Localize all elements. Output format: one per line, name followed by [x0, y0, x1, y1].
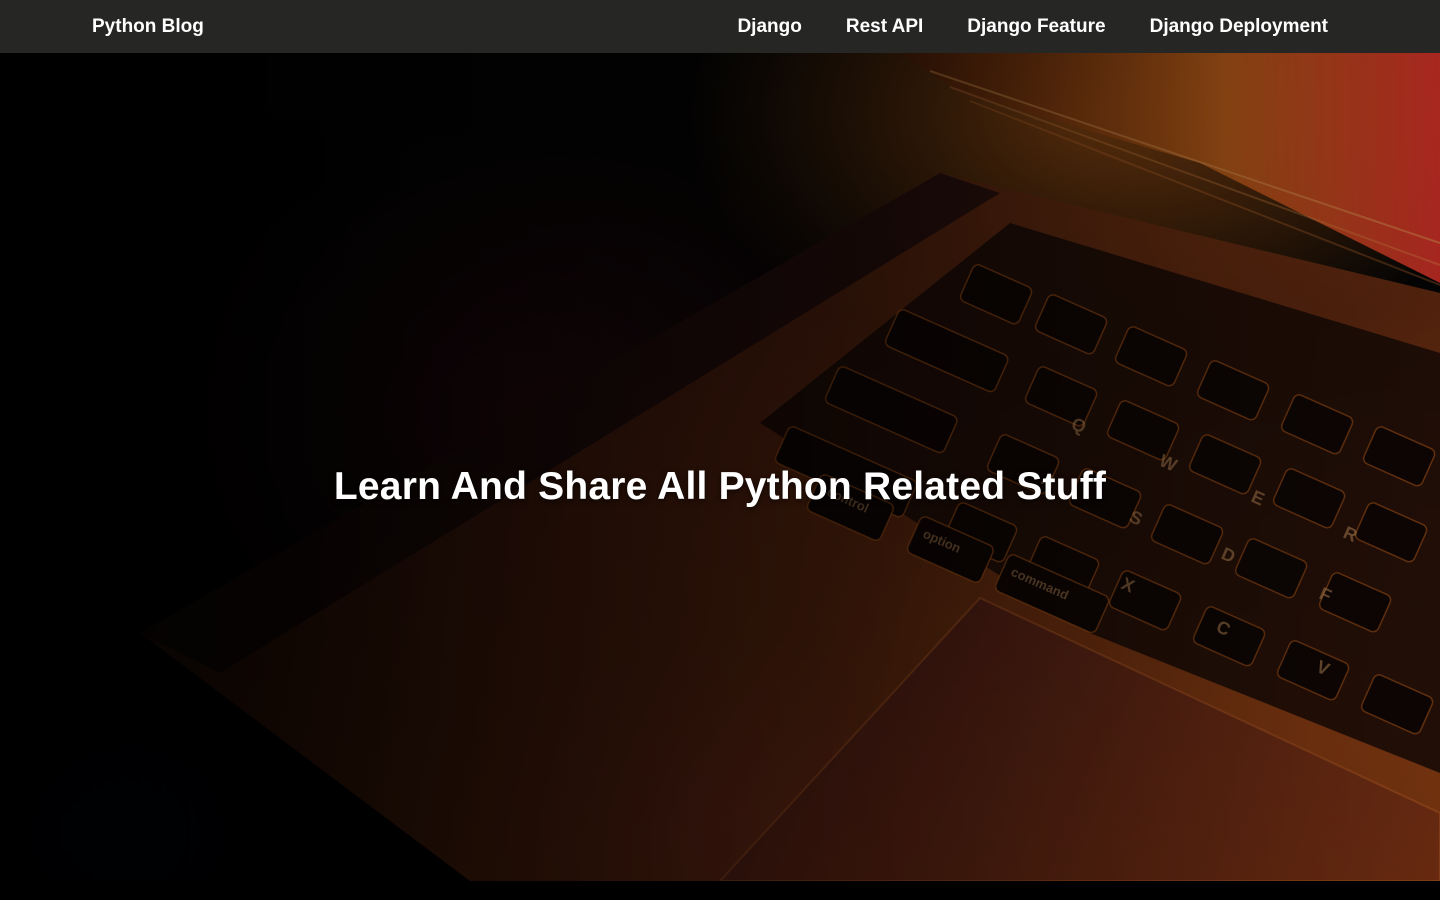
nav-link-rest-api[interactable]: Rest API — [846, 16, 923, 38]
nav-link-django-deployment[interactable]: Django Deployment — [1150, 16, 1328, 38]
nav-link-django[interactable]: Django — [737, 16, 801, 38]
bottom-strip — [0, 881, 1440, 900]
hero-title: Learn And Share All Python Related Stuff — [333, 465, 1107, 509]
top-navbar: Python Blog Django Rest API Django Featu… — [0, 0, 1440, 53]
brand-link[interactable]: Python Blog — [92, 0, 204, 53]
hero-section: Q W E R A S D F X C V control option com… — [0, 53, 1440, 881]
nav-links: Django Rest API Django Feature Django De… — [693, 0, 1328, 53]
nav-link-django-feature[interactable]: Django Feature — [967, 16, 1105, 38]
